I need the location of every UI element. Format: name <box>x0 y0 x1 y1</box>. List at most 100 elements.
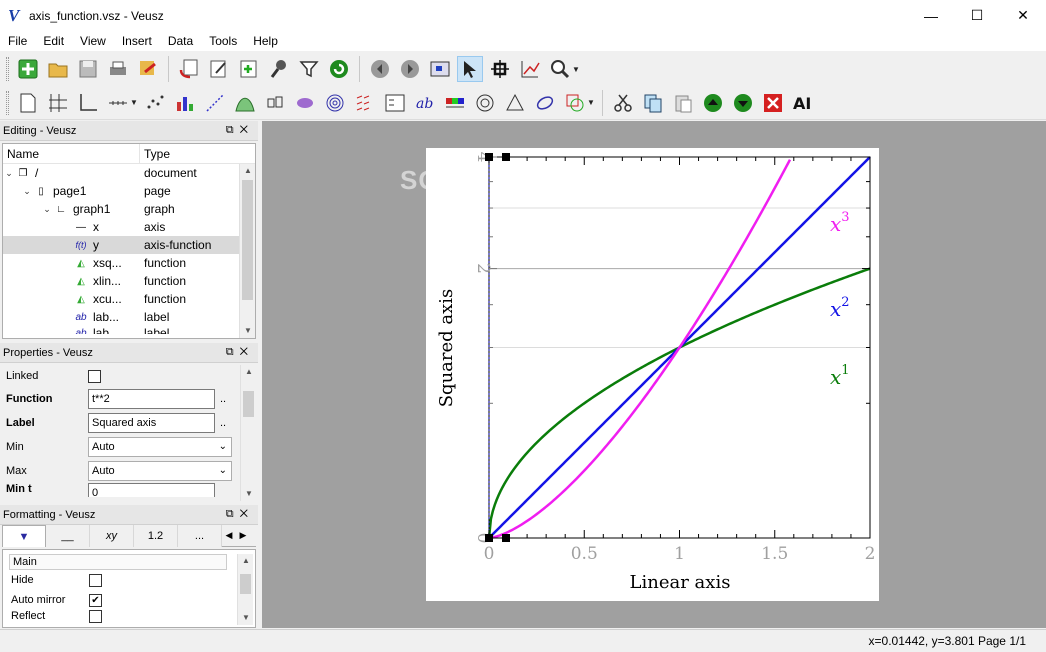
tree-scrollbar[interactable]: ▲ ▼ <box>239 164 255 338</box>
widget-tree[interactable]: Name Type ⌄ ❐ / document ⌄ ▯ page1 page ⌄ ∟ gr… <box>2 143 256 339</box>
move-up-button[interactable] <box>700 90 726 116</box>
tree-item-xsq[interactable]: ◭ xsq... function <box>3 254 255 272</box>
add-contour-button[interactable] <box>322 90 348 116</box>
print-button[interactable] <box>105 56 131 82</box>
add-vector-field-button[interactable] <box>352 90 378 116</box>
reload-data-button[interactable] <box>326 56 352 82</box>
scroll-thumb[interactable] <box>240 574 251 594</box>
zoom-graph-button[interactable] <box>517 56 543 82</box>
delete-button[interactable] <box>760 90 786 116</box>
read-points-button[interactable] <box>487 56 513 82</box>
selection-handle[interactable] <box>502 153 510 161</box>
menu-file[interactable]: File <box>0 31 35 51</box>
tree-item-label1[interactable]: ab lab... label <box>3 308 255 326</box>
linked-checkbox[interactable] <box>88 369 101 383</box>
selection-handle[interactable] <box>502 534 510 542</box>
filter-data-button[interactable] <box>296 56 322 82</box>
chevron-down-icon[interactable]: ⌄ <box>41 204 53 215</box>
menu-edit[interactable]: Edit <box>35 31 72 51</box>
add-ternary-button[interactable] <box>502 90 528 116</box>
label-input[interactable]: Squared axis <box>88 413 215 433</box>
next-page-button[interactable] <box>397 56 423 82</box>
add-colorbar-button[interactable] <box>442 90 468 116</box>
chevron-down-icon[interactable]: ⌄ <box>3 168 15 179</box>
min-select[interactable]: Auto ⌄ <box>88 437 232 457</box>
add-label-button[interactable]: ab <box>412 90 438 116</box>
auto-mirror-checkbox[interactable]: ✔ <box>89 593 102 607</box>
add-fit-button[interactable] <box>232 90 258 116</box>
plot-page[interactable]: 00.511.5202468 Linear axis Squared axis … <box>426 0 879 601</box>
add-polar-button[interactable] <box>472 90 498 116</box>
add-key-button[interactable] <box>382 90 408 116</box>
tree-item-xcu[interactable]: ◭ xcu... function <box>3 290 255 308</box>
chevron-down-icon[interactable]: ▼ <box>240 324 255 338</box>
plot-canvas[interactable]: SOFTPEDIA 00.511.5202468 Linear axis Squ… <box>262 0 1046 628</box>
menu-help[interactable]: Help <box>245 31 286 51</box>
add-boxplot-button[interactable] <box>262 90 288 116</box>
min-t-input[interactable]: 0 <box>88 483 215 497</box>
cut-button[interactable] <box>610 90 636 116</box>
import-data-button[interactable] <box>176 56 202 82</box>
chevron-left-icon[interactable]: ◀ <box>222 525 236 546</box>
export-button[interactable] <box>135 56 161 82</box>
chevron-down-icon[interactable]: ▼ <box>241 487 256 501</box>
move-down-button[interactable] <box>730 90 756 116</box>
add-grid-button[interactable] <box>45 90 71 116</box>
dock-float-close-icon[interactable]: ⧉✕ <box>226 346 254 359</box>
dock-float-close-icon[interactable]: ⧉✕ <box>226 508 254 521</box>
tree-item-page1[interactable]: ⌄ ▯ page1 page <box>3 182 255 200</box>
column-header-name[interactable]: Name <box>3 144 140 163</box>
chevron-down-icon[interactable]: ▼ <box>238 611 254 625</box>
chevron-down-icon[interactable]: ▼ <box>587 98 597 107</box>
dock-float-close-icon[interactable]: ⧉✕ <box>226 124 254 137</box>
scroll-thumb[interactable] <box>243 391 254 417</box>
menu-view[interactable]: View <box>72 31 114 51</box>
add-axis-button[interactable] <box>105 90 131 116</box>
rename-button[interactable]: AI <box>790 90 816 116</box>
chevron-down-icon[interactable]: ▼ <box>572 65 582 74</box>
new-document-button[interactable] <box>15 56 41 82</box>
zoom-menu-button[interactable] <box>547 56 573 82</box>
create-dataset-button[interactable] <box>236 56 262 82</box>
paste-button[interactable] <box>670 90 696 116</box>
menu-insert[interactable]: Insert <box>114 31 160 51</box>
add-page-button[interactable] <box>15 90 41 116</box>
tree-item-document[interactable]: ⌄ ❐ / document <box>3 164 255 182</box>
plot-svg[interactable]: 00.511.5202468 Linear axis Squared axis … <box>426 0 879 601</box>
capture-data-button[interactable] <box>266 56 292 82</box>
tab-ticks[interactable]: 1.2 <box>134 525 178 547</box>
tree-item-graph1[interactable]: ⌄ ∟ graph1 graph <box>3 200 255 218</box>
add-rectangle-button[interactable] <box>562 90 588 116</box>
formatting-scrollbar[interactable]: ▲ ▼ <box>237 554 253 625</box>
tree-item-label2[interactable]: ab lab... label <box>3 326 255 334</box>
column-header-type[interactable]: Type <box>140 144 170 163</box>
tree-item-xlin[interactable]: ◭ xlin... function <box>3 272 255 290</box>
chevron-down-icon[interactable]: ▼ <box>130 98 140 107</box>
add-function-button[interactable] <box>202 90 228 116</box>
hide-checkbox[interactable] <box>89 573 102 587</box>
chevron-up-icon[interactable]: ▲ <box>238 554 254 568</box>
close-button[interactable]: ✕ <box>1000 0 1046 31</box>
tree-item-x[interactable]: — x axis <box>3 218 255 236</box>
chevron-right-icon[interactable]: ▶ <box>236 525 250 546</box>
maximize-button[interactable]: ☐ <box>954 0 1000 31</box>
open-button[interactable] <box>45 56 71 82</box>
chevron-up-icon[interactable]: ▲ <box>240 164 255 178</box>
menu-data[interactable]: Data <box>160 31 201 51</box>
label-more-button[interactable]: .. <box>215 417 231 429</box>
edit-data-button[interactable] <box>206 56 232 82</box>
copy-button[interactable] <box>640 90 666 116</box>
add-xy-button[interactable] <box>142 90 168 116</box>
selection-handle[interactable] <box>485 153 493 161</box>
menu-tools[interactable]: Tools <box>201 31 245 51</box>
previous-page-button[interactable] <box>367 56 393 82</box>
add-shape-button[interactable] <box>532 90 558 116</box>
properties-scrollbar[interactable]: ▲ ▼ <box>240 365 256 501</box>
fullscreen-button[interactable] <box>427 56 453 82</box>
max-select[interactable]: Auto ⌄ <box>88 461 232 481</box>
chevron-up-icon[interactable]: ▲ <box>241 365 256 379</box>
tree-item-y[interactable]: f(t) y axis-function <box>3 236 255 254</box>
add-image-button[interactable] <box>292 90 318 116</box>
toolbar-grip[interactable] <box>6 90 9 115</box>
minimize-button[interactable]: — <box>908 0 954 31</box>
